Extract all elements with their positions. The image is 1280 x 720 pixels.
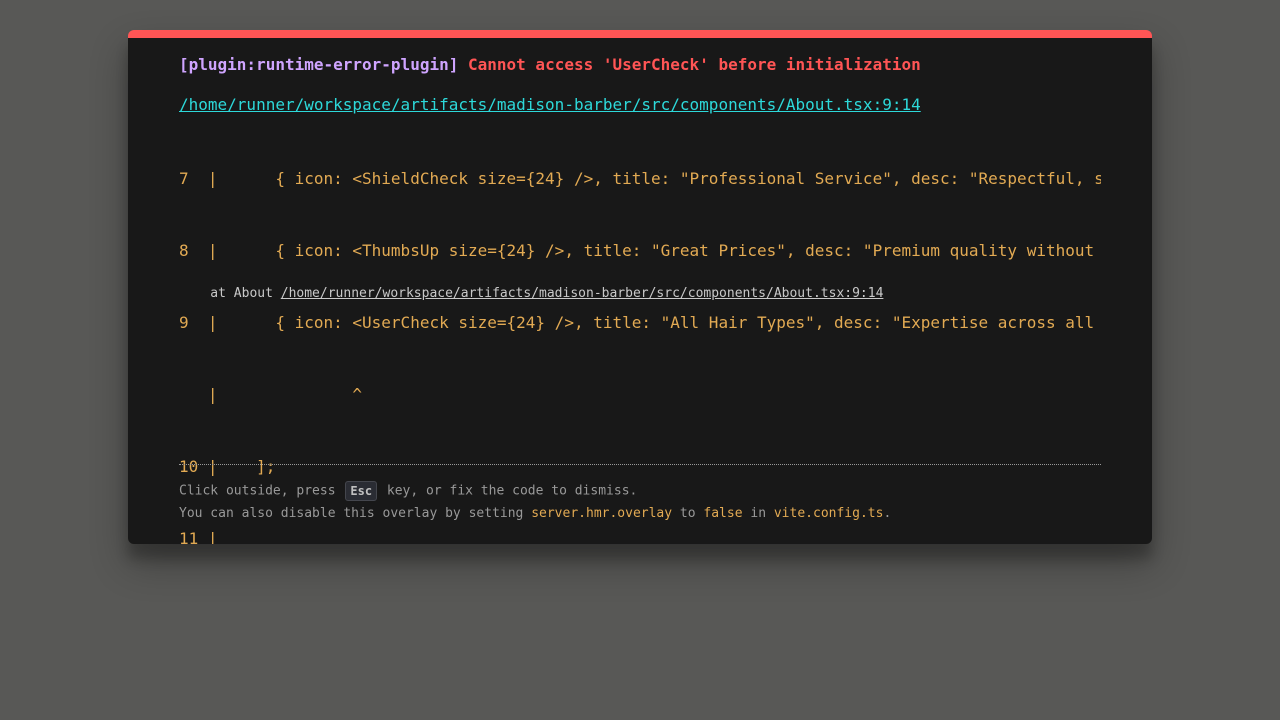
- tip-text: in: [742, 506, 774, 521]
- tip-text: key, or fix the code to dismiss.: [379, 483, 638, 499]
- code-frame-line: 9 | { icon: <UserCheck size={24} />, tit…: [179, 313, 1095, 332]
- code-frame-line: 8 | { icon: <ThumbsUp size={24} />, titl…: [179, 241, 1095, 260]
- tip-text: You can also disable this overlay by set…: [179, 506, 532, 521]
- config-setting-value: false: [703, 506, 743, 521]
- tip-text: .: [883, 506, 892, 521]
- config-file-name: vite.config.ts: [773, 506, 884, 521]
- code-frame-line: 11 |: [179, 529, 218, 544]
- stack-trace: at About /home/runner/workspace/artifact…: [179, 286, 883, 302]
- disable-overlay-tip: You can also disable this overlay by set…: [179, 505, 891, 523]
- tip-text: to: [672, 506, 704, 521]
- error-file-link[interactable]: /home/runner/workspace/artifacts/madison…: [179, 95, 921, 115]
- stack-file-link[interactable]: /home/runner/workspace/artifacts/madison…: [281, 286, 884, 301]
- error-message: [plugin:runtime-error-plugin] Cannot acc…: [179, 56, 921, 74]
- dismiss-tip: Click outside, press Esc key, or fix the…: [179, 481, 637, 501]
- code-frame-line: 10 | ];: [179, 457, 276, 476]
- stack-prefix: at About: [179, 286, 281, 301]
- code-frame-caret-line: | ^: [179, 385, 363, 404]
- error-overlay-window: [plugin:runtime-error-plugin] Cannot acc…: [128, 30, 1152, 544]
- footer-divider: [179, 464, 1101, 465]
- plugin-label: [plugin:runtime-error-plugin]: [179, 55, 459, 74]
- tip-text: Click outside, press: [179, 483, 344, 499]
- config-setting-name: server.hmr.overlay: [531, 506, 673, 521]
- esc-key-badge: Esc: [345, 481, 378, 501]
- code-frame-line: 7 | { icon: <ShieldCheck size={24} />, t…: [179, 169, 1101, 188]
- error-text: Cannot access 'UserCheck' before initial…: [468, 55, 921, 74]
